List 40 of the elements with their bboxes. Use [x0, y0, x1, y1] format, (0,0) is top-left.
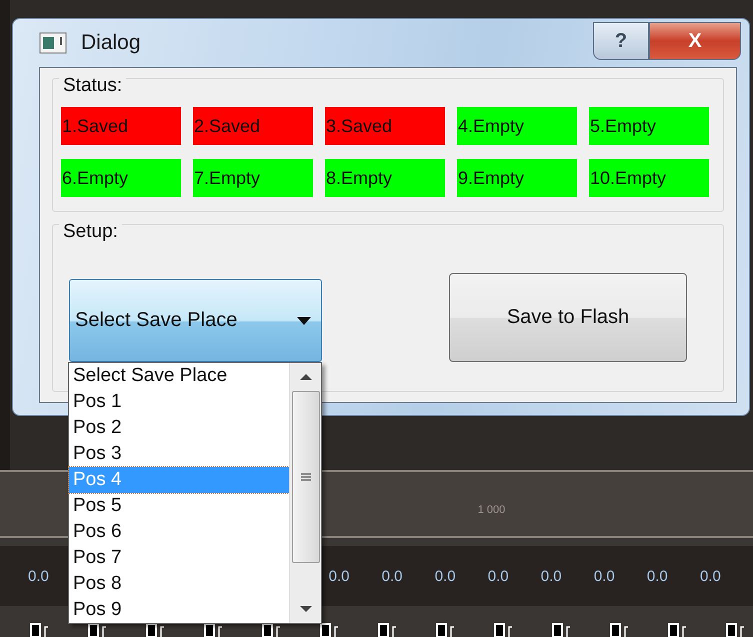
- slot-status: 4.Empty: [457, 107, 577, 145]
- dropdown-option[interactable]: Pos 8: [69, 571, 289, 597]
- slot-status: 2.Saved: [193, 107, 313, 145]
- dropdown-option[interactable]: Pos 1: [69, 389, 289, 415]
- value-readout: 0.0: [594, 568, 616, 584]
- slot-status: 10.Empty: [589, 159, 709, 197]
- value-readout: 0.0: [700, 568, 722, 584]
- dropdown-option[interactable]: Pos 5: [69, 493, 289, 519]
- caret-icon: [297, 316, 311, 324]
- slot-status: 3.Saved: [325, 107, 445, 145]
- window-icon: [39, 32, 67, 54]
- value-readout: 0.0: [646, 568, 669, 584]
- grip-icon: [300, 472, 310, 482]
- slot-status: 8.Empty: [325, 159, 445, 197]
- dropdown-option[interactable]: Pos 6: [69, 519, 289, 545]
- value-readout: 0.0: [434, 568, 457, 584]
- slot-status: 9.Empty: [457, 159, 577, 197]
- dropdown-option[interactable]: Pos 7: [69, 545, 289, 571]
- slot-status: 7.Empty: [193, 159, 313, 197]
- slot-status: 1.Saved: [61, 107, 181, 145]
- value-readout: 0.0: [382, 568, 404, 584]
- scroll-up-icon[interactable]: [300, 373, 312, 381]
- save-to-flash-button[interactable]: Save to Flash: [449, 273, 687, 362]
- group-title: Setup:: [59, 221, 122, 243]
- value-readout: 0.0: [540, 568, 563, 584]
- scrollbar[interactable]: [289, 363, 321, 623]
- scroll-thumb[interactable]: [292, 391, 320, 563]
- value-readout: 0.0: [28, 568, 50, 584]
- slot-status: 5.Empty: [589, 107, 709, 145]
- help-button[interactable]: ?: [593, 22, 649, 60]
- value-readout: 0.0: [488, 568, 510, 584]
- dropdown-option[interactable]: Select Save Place: [69, 363, 289, 389]
- window-title: Dialog: [81, 31, 141, 55]
- close-button[interactable]: X: [649, 22, 741, 60]
- dropdown-option[interactable]: Pos 9: [69, 597, 289, 623]
- axis-label: 1 000: [478, 504, 506, 516]
- dropdown-option[interactable]: Pos 3: [69, 441, 289, 467]
- slot-status: 6.Empty: [61, 159, 181, 197]
- value-readout: 0.0: [328, 568, 350, 584]
- dropdown-option[interactable]: Pos 2: [69, 415, 289, 441]
